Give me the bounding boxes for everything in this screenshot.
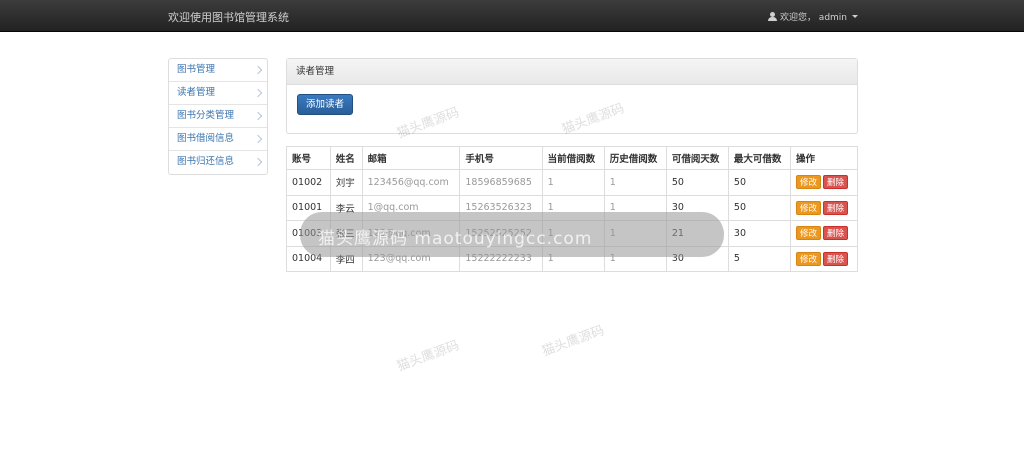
cell-phone: 18596859685: [459, 169, 543, 196]
chevron-right-icon: [253, 111, 263, 121]
cell-email: 123@qq.com: [361, 220, 461, 247]
cell-history-borrow: 1: [603, 169, 667, 196]
table-row: 01001 李云 1@qq.com 15263526323 1 1 30 50 …: [286, 194, 858, 221]
add-reader-button[interactable]: 添加读者: [297, 94, 354, 115]
col-header-borrow-days: 可借阅天数: [665, 146, 729, 170]
edit-button[interactable]: 修改: [796, 251, 822, 266]
watermark-faint: 猫头鹰源码: [540, 323, 607, 360]
sidebar-item-reader-management[interactable]: 读者管理: [169, 82, 267, 105]
cell-borrow-days: 30: [665, 245, 729, 272]
cell-phone: 15252525252: [459, 220, 543, 247]
watermark-faint: 猫头鹰源码: [395, 338, 462, 375]
cell-name: 李四: [329, 245, 363, 272]
cell-phone: 15222222233: [459, 245, 543, 272]
col-header-max-borrow: 最大可借数: [727, 146, 792, 170]
table-row: 01002 刘宇 123456@qq.com 18596859685 1 1 5…: [286, 169, 858, 196]
cell-name: 李云: [329, 194, 363, 221]
top-navbar: 欢迎使用图书馆管理系统 欢迎您， admin: [0, 0, 1024, 32]
cell-actions: 修改 删除: [790, 245, 858, 272]
cell-history-borrow: 1: [603, 194, 667, 221]
user-greeting: 欢迎您， admin: [779, 13, 847, 23]
cell-account: 01001: [286, 194, 331, 221]
edit-button[interactable]: 修改: [796, 226, 822, 241]
sidebar-item-book-management[interactable]: 图书管理: [169, 59, 267, 82]
cell-borrow-days: 21: [665, 220, 729, 247]
cell-current-borrow: 1: [541, 194, 605, 221]
user-icon: [767, 12, 777, 21]
cell-borrow-days: 30: [665, 194, 729, 221]
cell-actions: 修改 删除: [790, 169, 858, 196]
col-header-actions: 操作: [790, 146, 858, 170]
table-header-row: 账号 姓名 邮箱 手机号 当前借阅数 历史借阅数 可借阅天数 最大可借数 操作: [286, 146, 858, 170]
delete-button[interactable]: 删除: [823, 200, 849, 215]
cell-current-borrow: 1: [541, 169, 605, 196]
delete-button[interactable]: 删除: [823, 226, 849, 241]
cell-email: 123@qq.com: [361, 245, 461, 272]
reader-panel: 读者管理 添加读者: [286, 58, 858, 134]
edit-button[interactable]: 修改: [796, 200, 822, 215]
col-header-history-borrow: 历史借阅数: [603, 146, 667, 170]
cell-max-borrow: 50: [727, 194, 792, 221]
col-header-name: 姓名: [329, 146, 363, 170]
cell-account: 01002: [286, 169, 331, 196]
cell-actions: 修改 删除: [790, 194, 858, 221]
table-row: 01004 李四 123@qq.com 15222222233 1 1 30 5…: [286, 245, 858, 272]
table-row: 01003 张三 123@qq.com 15252525252 1 1 21 3…: [286, 220, 858, 247]
sidebar-item-label: 图书分类管理: [177, 110, 235, 121]
app-title[interactable]: 欢迎使用图书馆管理系统: [168, 9, 289, 25]
cell-email: 1@qq.com: [361, 194, 461, 221]
chevron-right-icon: [253, 65, 263, 75]
sidebar-nav: 图书管理 读者管理 图书分类管理 图书借阅信息 图书归还信息: [168, 58, 268, 175]
cell-email: 123456@qq.com: [361, 169, 461, 196]
sidebar-item-borrow-info[interactable]: 图书借阅信息: [169, 128, 267, 151]
caret-down-icon: [852, 15, 858, 18]
cell-history-borrow: 1: [603, 220, 667, 247]
cell-max-borrow: 50: [727, 169, 792, 196]
cell-max-borrow: 5: [727, 245, 792, 272]
sidebar-item-label: 图书管理: [177, 64, 216, 75]
cell-phone: 15263526323: [459, 194, 543, 221]
chevron-right-icon: [253, 134, 263, 144]
sidebar-item-label: 图书借阅信息: [177, 133, 235, 144]
cell-history-borrow: 1: [603, 245, 667, 272]
user-menu[interactable]: 欢迎您， admin: [767, 10, 858, 23]
col-header-account: 账号: [286, 146, 331, 170]
reader-table: 账号 姓名 邮箱 手机号 当前借阅数 历史借阅数 可借阅天数 最大可借数 操作 …: [286, 146, 858, 272]
cell-account: 01003: [286, 220, 331, 247]
delete-button[interactable]: 删除: [823, 175, 849, 190]
col-header-current-borrow: 当前借阅数: [541, 146, 605, 170]
delete-button[interactable]: 删除: [823, 251, 849, 266]
col-header-email: 邮箱: [361, 146, 461, 170]
panel-title: 读者管理: [287, 59, 857, 85]
cell-name: 刘宇: [329, 169, 363, 196]
cell-actions: 修改 删除: [790, 220, 858, 247]
cell-current-borrow: 1: [541, 245, 605, 272]
cell-name: 张三: [329, 220, 363, 247]
cell-account: 01004: [286, 245, 331, 272]
sidebar-item-label: 读者管理: [177, 87, 216, 98]
chevron-right-icon: [253, 88, 263, 98]
sidebar-item-label: 图书归还信息: [177, 156, 235, 167]
cell-current-borrow: 1: [541, 220, 605, 247]
edit-button[interactable]: 修改: [796, 175, 822, 190]
col-header-phone: 手机号: [459, 146, 543, 170]
cell-borrow-days: 50: [665, 169, 729, 196]
cell-max-borrow: 30: [727, 220, 792, 247]
sidebar-item-category-management[interactable]: 图书分类管理: [169, 105, 267, 128]
chevron-right-icon: [253, 157, 263, 167]
sidebar-item-return-info[interactable]: 图书归还信息: [169, 151, 267, 174]
